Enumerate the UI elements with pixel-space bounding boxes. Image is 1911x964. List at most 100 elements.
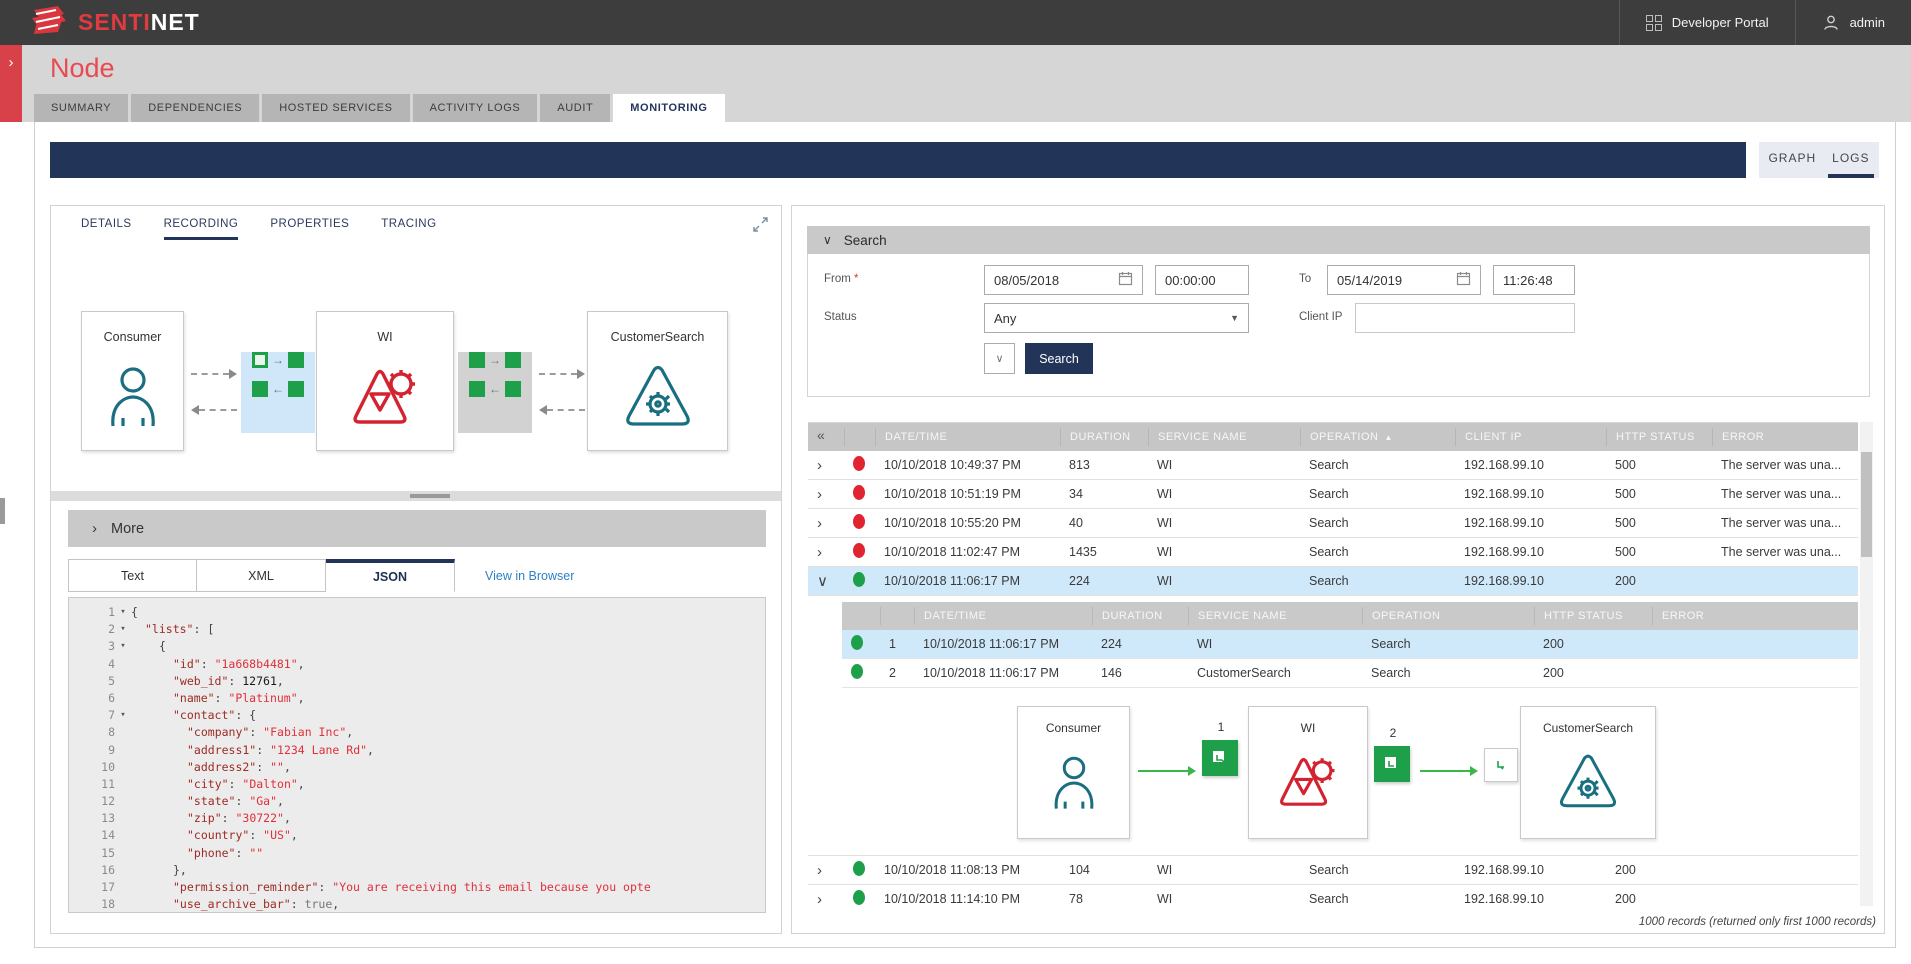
code-fold-icon[interactable]: ▾ bbox=[115, 707, 131, 724]
logs-view-button[interactable]: LOGS bbox=[1828, 142, 1873, 178]
tab-tracing[interactable]: TRACING bbox=[381, 218, 436, 240]
code-fold-spacer bbox=[115, 776, 131, 793]
diagram-node-consumer[interactable]: Consumer bbox=[1017, 706, 1130, 839]
message-square[interactable] bbox=[505, 352, 521, 368]
message-square[interactable] bbox=[505, 381, 521, 397]
message-square[interactable] bbox=[288, 381, 304, 397]
table-scrollbar[interactable] bbox=[1860, 422, 1873, 906]
code-fold-spacer bbox=[115, 845, 131, 862]
to-date-input[interactable]: 05/14/2019 bbox=[1327, 265, 1481, 295]
message-square[interactable] bbox=[469, 381, 485, 397]
tab-xml[interactable]: XML bbox=[197, 559, 326, 592]
nested-table-row[interactable]: 2 10/10/2018 11:06:17 PM 146 CustomerSea… bbox=[842, 659, 1858, 688]
collapse-all-icon[interactable]: « bbox=[808, 428, 844, 446]
table-row[interactable]: › 10/10/2018 10:51:19 PM 34 WI Search 19… bbox=[808, 480, 1858, 509]
tab-monitoring[interactable]: MONITORING bbox=[613, 94, 724, 122]
column-header-http-status[interactable]: HTTP STATUS bbox=[1606, 428, 1712, 446]
maximize-panel-icon[interactable] bbox=[752, 216, 769, 238]
graph-view-button[interactable]: GRAPH bbox=[1764, 142, 1820, 178]
developer-portal-button[interactable]: Developer Portal bbox=[1619, 0, 1795, 45]
from-time-input[interactable]: 00:00:00 bbox=[1155, 265, 1249, 295]
calendar-icon[interactable] bbox=[1456, 271, 1471, 289]
tab-dependencies[interactable]: DEPENDENCIES bbox=[131, 94, 259, 122]
tab-text[interactable]: Text bbox=[68, 559, 197, 592]
json-code-viewer[interactable]: 1▾{2▾"lists": [3▾{4"id": "1a668b4481",5"… bbox=[68, 597, 766, 913]
user-menu-button[interactable]: admin bbox=[1795, 0, 1911, 45]
row-expander-icon[interactable]: › bbox=[817, 862, 822, 879]
sidebar-expand-button[interactable]: › bbox=[0, 45, 22, 122]
search-section-toggle[interactable]: ∨ Search bbox=[807, 226, 1870, 254]
table-row[interactable]: › 10/10/2018 10:55:20 PM 40 WI Search 19… bbox=[808, 509, 1858, 538]
tab-audit[interactable]: AUDIT bbox=[540, 94, 610, 122]
column-header-service-name[interactable]: SERVICE NAME bbox=[1188, 607, 1362, 625]
row-expander-icon[interactable]: › bbox=[817, 891, 822, 907]
calendar-icon[interactable] bbox=[1118, 271, 1133, 289]
tab-json[interactable]: JSON bbox=[326, 559, 455, 592]
column-header-error[interactable]: ERROR bbox=[1712, 428, 1858, 446]
code-fold-icon[interactable]: ▾ bbox=[115, 604, 131, 621]
code-fold-icon[interactable]: ▾ bbox=[115, 638, 131, 655]
column-header-duration[interactable]: DURATION bbox=[1092, 607, 1188, 625]
client-ip-input[interactable] bbox=[1355, 303, 1575, 333]
table-row[interactable]: ∨ 10/10/2018 11:06:17 PM 224 WI Search 1… bbox=[808, 567, 1858, 596]
more-section-toggle[interactable]: › More bbox=[68, 510, 766, 547]
selected-message-square[interactable] bbox=[252, 352, 268, 368]
row-expander-icon[interactable]: › bbox=[817, 515, 822, 532]
panel-splitter[interactable] bbox=[51, 491, 781, 501]
search-button[interactable]: Search bbox=[1025, 343, 1093, 374]
diagram-node-service[interactable]: WI bbox=[1248, 706, 1368, 839]
message-pair[interactable]: → ← bbox=[458, 352, 532, 433]
tab-details[interactable]: DETAILS bbox=[81, 218, 132, 240]
message-step-badge[interactable] bbox=[1484, 748, 1518, 782]
search-options-dropdown[interactable]: ∨ bbox=[984, 343, 1015, 374]
row-expander-icon[interactable]: › bbox=[817, 457, 822, 474]
view-in-browser-link[interactable]: View in Browser bbox=[485, 559, 574, 592]
message-pair-selected[interactable]: → ← bbox=[241, 352, 315, 433]
cell-error: The server was una... bbox=[1712, 545, 1858, 559]
tab-recording[interactable]: RECORDING bbox=[164, 218, 239, 240]
line-number: 13 bbox=[69, 810, 115, 827]
row-expander-icon[interactable]: › bbox=[817, 544, 822, 561]
row-expander-icon[interactable]: ∨ bbox=[817, 573, 828, 590]
tab-hosted-services[interactable]: HOSTED SERVICES bbox=[262, 94, 409, 122]
from-date-input[interactable]: 08/05/2018 bbox=[984, 265, 1143, 295]
table-row[interactable]: › 10/10/2018 11:08:13 PM 104 WI Search 1… bbox=[808, 856, 1858, 885]
diagram-node-service[interactable]: WI bbox=[316, 311, 454, 451]
diagram-node-backend[interactable]: CustomerSearch bbox=[1520, 706, 1656, 839]
tab-activity-logs[interactable]: ACTIVITY LOGS bbox=[413, 94, 538, 122]
column-header-operation[interactable]: OPERATION bbox=[1362, 607, 1534, 625]
tab-summary[interactable]: SUMMARY bbox=[34, 94, 128, 122]
column-header-http-status[interactable]: HTTP STATUS bbox=[1534, 607, 1652, 625]
diagram-node-consumer[interactable]: Consumer bbox=[81, 311, 184, 451]
table-row[interactable]: › 10/10/2018 11:14:10 PM 78 WI Search 19… bbox=[808, 885, 1858, 906]
message-step-badge[interactable] bbox=[1202, 740, 1238, 776]
code-fold-icon[interactable]: ▾ bbox=[115, 621, 131, 638]
table-row[interactable]: › 10/10/2018 10:49:37 PM 813 WI Search 1… bbox=[808, 451, 1858, 480]
line-number: 17 bbox=[69, 879, 115, 896]
tab-properties[interactable]: PROPERTIES bbox=[270, 218, 349, 240]
to-time-input[interactable]: 11:26:48 bbox=[1493, 265, 1575, 295]
row-expander-icon[interactable]: › bbox=[817, 486, 822, 503]
message-square[interactable] bbox=[288, 352, 304, 368]
column-header-duration[interactable]: DURATION bbox=[1060, 428, 1148, 446]
cell-http-status: 200 bbox=[1534, 666, 1652, 680]
status-select[interactable]: Any ▼ bbox=[984, 303, 1249, 333]
message-square[interactable] bbox=[252, 381, 268, 397]
column-header-datetime[interactable]: DATE/TIME bbox=[914, 607, 1092, 625]
column-header-operation[interactable]: OPERATION▲ bbox=[1300, 428, 1455, 446]
column-header-service-name[interactable]: SERVICE NAME bbox=[1148, 428, 1300, 446]
line-number: 5 bbox=[69, 673, 115, 690]
diagram-node-backend[interactable]: CustomerSearch bbox=[587, 311, 728, 451]
sentinet-logo[interactable]: SENTINET bbox=[0, 4, 200, 41]
column-header-client-ip[interactable]: CLIENT IP bbox=[1455, 428, 1606, 446]
search-form: From * 08/05/2018 00:00:00 To 05/14/2019… bbox=[807, 254, 1870, 397]
scrollbar-thumb[interactable] bbox=[1861, 452, 1872, 557]
splitter-grip[interactable] bbox=[410, 494, 450, 498]
cell-service-name: WI bbox=[1148, 863, 1300, 877]
column-header-datetime[interactable]: DATE/TIME bbox=[875, 428, 1060, 446]
table-row[interactable]: › 10/10/2018 11:02:47 PM 1435 WI Search … bbox=[808, 538, 1858, 567]
message-square[interactable] bbox=[469, 352, 485, 368]
message-step-badge[interactable] bbox=[1374, 746, 1410, 782]
nested-table-row[interactable]: 1 10/10/2018 11:06:17 PM 224 WI Search 2… bbox=[842, 630, 1858, 659]
column-header-error[interactable]: ERROR bbox=[1652, 607, 1858, 625]
